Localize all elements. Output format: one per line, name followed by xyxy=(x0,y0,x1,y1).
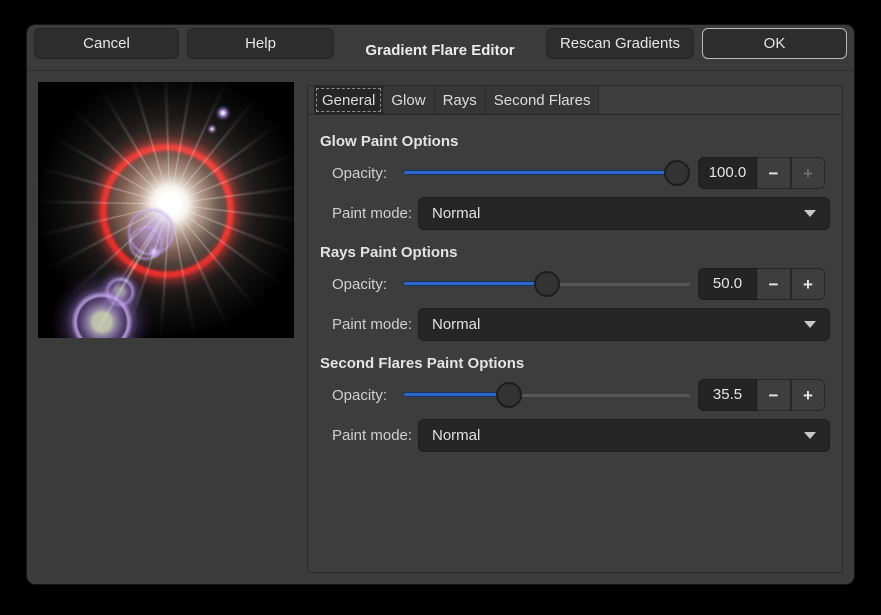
opacity-slider[interactable] xyxy=(403,268,690,300)
section-title: Rays Paint Options xyxy=(320,244,825,262)
settings-notebook: General Glow Rays Second Flares Glow Pai… xyxy=(307,85,843,573)
ok-button[interactable]: OK xyxy=(702,28,847,59)
chevron-down-icon xyxy=(804,321,816,328)
section-title: Glow Paint Options xyxy=(320,133,825,151)
second-flares-paint-options-section: Second Flares Paint Options Opacity: 35.… xyxy=(320,355,825,452)
plus-button[interactable]: + xyxy=(791,268,825,300)
gradient-flare-editor-dialog: Cancel Help Gradient Flare Editor Rescan… xyxy=(27,25,854,584)
flare-preview xyxy=(38,82,294,338)
tab-bar: General Glow Rays Second Flares xyxy=(308,86,842,115)
minus-button[interactable]: − xyxy=(757,157,791,189)
chevron-down-icon xyxy=(804,432,816,439)
paint-mode-label: Paint mode: xyxy=(332,205,418,222)
tab-glow[interactable]: Glow xyxy=(383,86,433,114)
plus-icon: + xyxy=(803,165,813,182)
opacity-entry[interactable]: 35.5 xyxy=(698,379,757,411)
tab-general[interactable]: General xyxy=(314,86,383,114)
plus-icon: + xyxy=(803,276,813,293)
help-button[interactable]: Help xyxy=(187,28,334,59)
minus-icon: − xyxy=(769,387,779,404)
slider-fill xyxy=(403,392,509,397)
plus-icon: + xyxy=(803,387,813,404)
paint-mode-label: Paint mode: xyxy=(332,316,418,333)
general-tab-panel: Glow Paint Options Opacity: 100.0 − + xyxy=(308,133,842,452)
minus-button[interactable]: − xyxy=(757,379,791,411)
opacity-entry[interactable]: 100.0 xyxy=(698,157,757,189)
opacity-row: Opacity: 35.5 − + xyxy=(332,379,825,411)
opacity-spinner: 35.5 − + xyxy=(698,379,825,411)
section-title: Second Flares Paint Options xyxy=(320,355,825,373)
paint-mode-row: Paint mode: Normal xyxy=(332,197,825,230)
chevron-down-icon xyxy=(804,210,816,217)
opacity-entry[interactable]: 50.0 xyxy=(698,268,757,300)
paint-mode-value: Normal xyxy=(419,427,480,444)
opacity-row: Opacity: 100.0 − + xyxy=(332,157,825,189)
paint-mode-value: Normal xyxy=(419,205,480,222)
opacity-spinner: 50.0 − + xyxy=(698,268,825,300)
plus-button[interactable]: + xyxy=(791,157,825,189)
opacity-slider[interactable] xyxy=(403,157,690,189)
slider-thumb[interactable] xyxy=(534,271,560,297)
paint-mode-row: Paint mode: Normal xyxy=(332,419,825,452)
slider-thumb[interactable] xyxy=(664,160,690,186)
flare-rays xyxy=(38,82,294,338)
paint-mode-dropdown[interactable]: Normal xyxy=(418,197,830,230)
rescan-gradients-button[interactable]: Rescan Gradients xyxy=(546,28,694,59)
plus-button[interactable]: + xyxy=(791,379,825,411)
glow-paint-options-section: Glow Paint Options Opacity: 100.0 − + xyxy=(320,133,825,230)
paint-mode-dropdown[interactable]: Normal xyxy=(418,419,830,452)
slider-thumb[interactable] xyxy=(496,382,522,408)
dialog-title: Gradient Flare Editor xyxy=(342,42,538,59)
slider-fill xyxy=(403,170,677,175)
opacity-label: Opacity: xyxy=(332,165,403,182)
opacity-label: Opacity: xyxy=(332,387,403,404)
opacity-row: Opacity: 50.0 − + xyxy=(332,268,825,300)
paint-mode-label: Paint mode: xyxy=(332,427,418,444)
paint-mode-dropdown[interactable]: Normal xyxy=(418,308,830,341)
paint-mode-row: Paint mode: Normal xyxy=(332,308,825,341)
tab-rays[interactable]: Rays xyxy=(434,86,485,114)
tab-second-flares[interactable]: Second Flares xyxy=(485,86,600,114)
slider-fill xyxy=(403,281,547,286)
minus-icon: − xyxy=(769,276,779,293)
opacity-spinner: 100.0 − + xyxy=(698,157,825,189)
minus-button[interactable]: − xyxy=(757,268,791,300)
paint-mode-value: Normal xyxy=(419,316,480,333)
dialog-header: Cancel Help Gradient Flare Editor Rescan… xyxy=(27,25,854,71)
minus-icon: − xyxy=(769,165,779,182)
rays-paint-options-section: Rays Paint Options Opacity: 50.0 − + xyxy=(320,244,825,341)
cancel-button[interactable]: Cancel xyxy=(34,28,179,59)
opacity-slider[interactable] xyxy=(403,379,690,411)
opacity-label: Opacity: xyxy=(332,276,403,293)
